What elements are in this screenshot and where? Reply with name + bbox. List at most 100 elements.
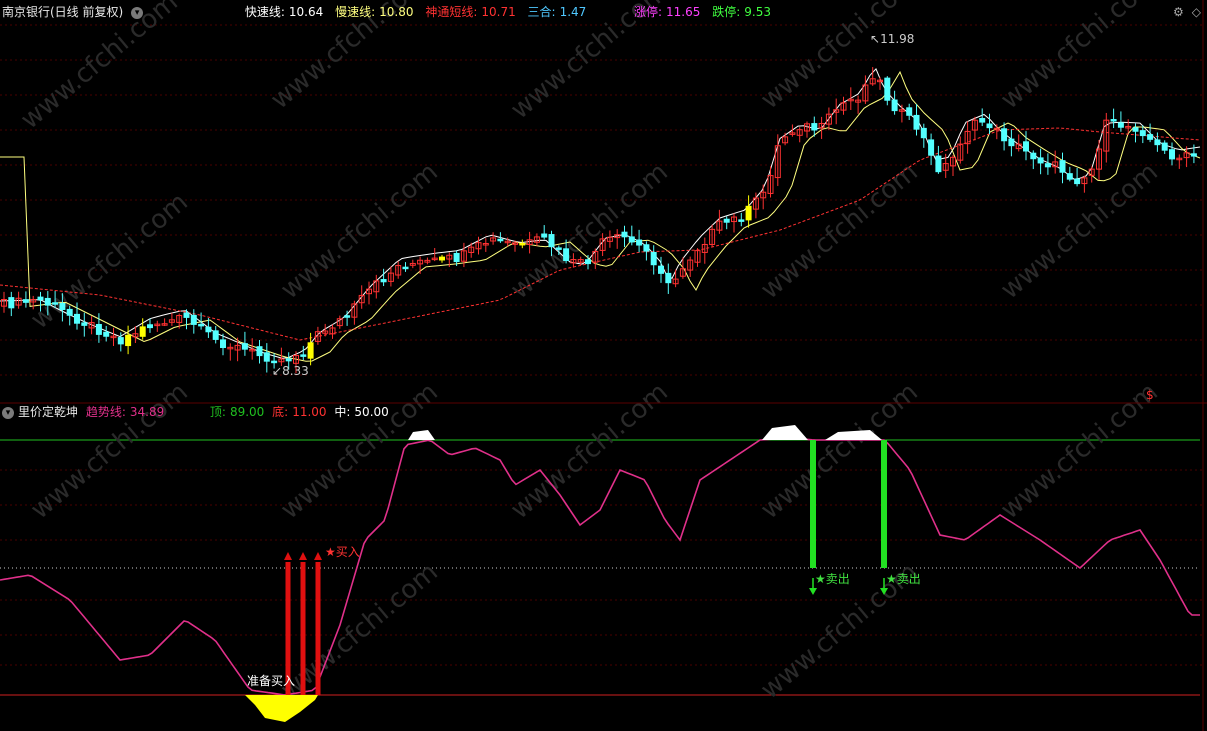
trend-label: 趋势线: bbox=[85, 405, 126, 419]
candle-body bbox=[1044, 163, 1051, 168]
candle-body bbox=[920, 127, 927, 139]
diamond-icon[interactable]: ◇ bbox=[1192, 5, 1201, 19]
candle-body bbox=[738, 219, 745, 222]
candle-body bbox=[125, 334, 132, 347]
candle-body bbox=[1147, 134, 1154, 140]
candle-body bbox=[906, 107, 913, 116]
candle-body bbox=[95, 323, 102, 335]
candle-body bbox=[643, 244, 650, 252]
indicator-panel-header: ▾ 里价定乾坤 趋势线: 34.89 顶: 89.00 底: 11.00 中: 50.00 bbox=[2, 402, 1207, 422]
candle-body bbox=[380, 279, 387, 283]
candle-body bbox=[402, 266, 409, 270]
bottom-label: 底: bbox=[272, 405, 289, 419]
candle-body bbox=[636, 239, 643, 246]
sell-signal-bar bbox=[810, 440, 816, 568]
candle-body bbox=[344, 315, 351, 318]
candle-body bbox=[263, 352, 270, 362]
candle-body bbox=[103, 331, 110, 337]
slow-line-indicator: 慢速线: 10.80 bbox=[335, 5, 414, 19]
candle-body bbox=[650, 251, 657, 266]
prepare-buy-label: 准备买入 bbox=[247, 674, 296, 688]
chart-background bbox=[0, 0, 1207, 731]
candle-body bbox=[1037, 157, 1044, 164]
top-value: 89.00 bbox=[229, 405, 265, 419]
candle-body bbox=[1154, 139, 1161, 146]
limit-up-indicator: 涨停: 11.65 bbox=[633, 5, 701, 19]
candle-body bbox=[453, 252, 460, 263]
candle-body bbox=[81, 322, 88, 326]
buy-signal-bar bbox=[315, 562, 321, 695]
candle-body bbox=[241, 343, 248, 350]
candle-body bbox=[74, 313, 80, 324]
candle-body bbox=[585, 259, 591, 265]
candle-body bbox=[665, 272, 672, 284]
candle-body bbox=[439, 256, 445, 261]
candle-body bbox=[541, 233, 548, 238]
candle-body bbox=[139, 326, 146, 337]
mid-value: 50.00 bbox=[354, 405, 389, 419]
candle-body bbox=[979, 118, 986, 123]
candle-body bbox=[1023, 141, 1029, 152]
candle-body bbox=[497, 238, 504, 242]
candle-body bbox=[256, 346, 263, 357]
candle-body bbox=[198, 323, 205, 327]
high-price-marker: ↖11.98 bbox=[870, 32, 915, 46]
candle-body bbox=[986, 123, 993, 129]
dollar-marker: $ bbox=[1146, 388, 1154, 402]
candle-body bbox=[1030, 152, 1037, 160]
stock-title[interactable]: 南京银行(日线 前复权) bbox=[2, 5, 123, 19]
candle-body bbox=[1008, 138, 1015, 147]
chevron-down-icon[interactable]: ▾ bbox=[131, 6, 144, 19]
candle-body bbox=[22, 299, 29, 303]
limit-down-indicator: 跌停: 9.53 bbox=[712, 5, 771, 19]
candle-body bbox=[723, 218, 730, 223]
candle-body bbox=[285, 358, 292, 362]
candle-body bbox=[1190, 153, 1197, 157]
mid-label: 中: bbox=[334, 405, 351, 419]
sell-signal-label-2: ★卖出 bbox=[886, 572, 921, 586]
candle-body bbox=[1110, 119, 1117, 122]
candle-body bbox=[745, 205, 752, 221]
candle-body bbox=[884, 77, 891, 101]
window-controls: ⚙ ◇ bbox=[1165, 5, 1201, 19]
candle-body bbox=[1074, 178, 1081, 185]
candle-body bbox=[811, 123, 818, 131]
candle-body bbox=[44, 297, 51, 306]
candle-body bbox=[1059, 160, 1066, 173]
buy-signal-bar bbox=[300, 562, 306, 695]
candle-body bbox=[59, 302, 66, 310]
candle-body bbox=[212, 330, 219, 340]
chevron-down-icon[interactable]: ▾ bbox=[2, 406, 14, 419]
indicator-name[interactable]: 里价定乾坤 bbox=[18, 405, 78, 419]
candle-body bbox=[220, 339, 226, 349]
bottom-value: 11.00 bbox=[292, 405, 327, 419]
candle-body bbox=[1161, 142, 1168, 151]
candle-body bbox=[66, 308, 73, 316]
candle-body bbox=[307, 342, 314, 359]
candle-body bbox=[52, 302, 59, 305]
fast-line-indicator: 快速线: 10.64 bbox=[244, 5, 324, 19]
buy-signal-label: ★买入 bbox=[325, 545, 360, 559]
candle-body bbox=[1001, 128, 1008, 142]
candle-body bbox=[563, 248, 570, 261]
candle-body bbox=[300, 354, 307, 357]
candle-body bbox=[1117, 122, 1124, 128]
candle-body bbox=[935, 155, 942, 173]
settings-icon[interactable]: ⚙ bbox=[1173, 5, 1184, 19]
candle-body bbox=[117, 337, 124, 345]
sell-signal-bar bbox=[881, 440, 887, 568]
candle-body bbox=[205, 326, 212, 333]
main-panel-header: 南京银行(日线 前复权) ▾ 快速线: 10.64 慢速线: 10.80 神通短线: 1… bbox=[2, 2, 1207, 22]
candle-body bbox=[913, 114, 920, 130]
candle-body bbox=[621, 231, 628, 238]
candle-body bbox=[1169, 149, 1175, 160]
trend-value: 34.89 bbox=[129, 405, 165, 419]
stock-chart[interactable]: www.cfchi.com www.cfchi.com www.cfchi.com w… bbox=[0, 0, 1207, 731]
candle-body bbox=[1132, 127, 1139, 132]
candle-body bbox=[928, 139, 935, 156]
candle-body bbox=[628, 236, 635, 243]
candle-body bbox=[190, 314, 197, 325]
candle-body bbox=[37, 296, 44, 301]
candle-body bbox=[271, 360, 278, 364]
candle-body bbox=[1066, 173, 1073, 180]
